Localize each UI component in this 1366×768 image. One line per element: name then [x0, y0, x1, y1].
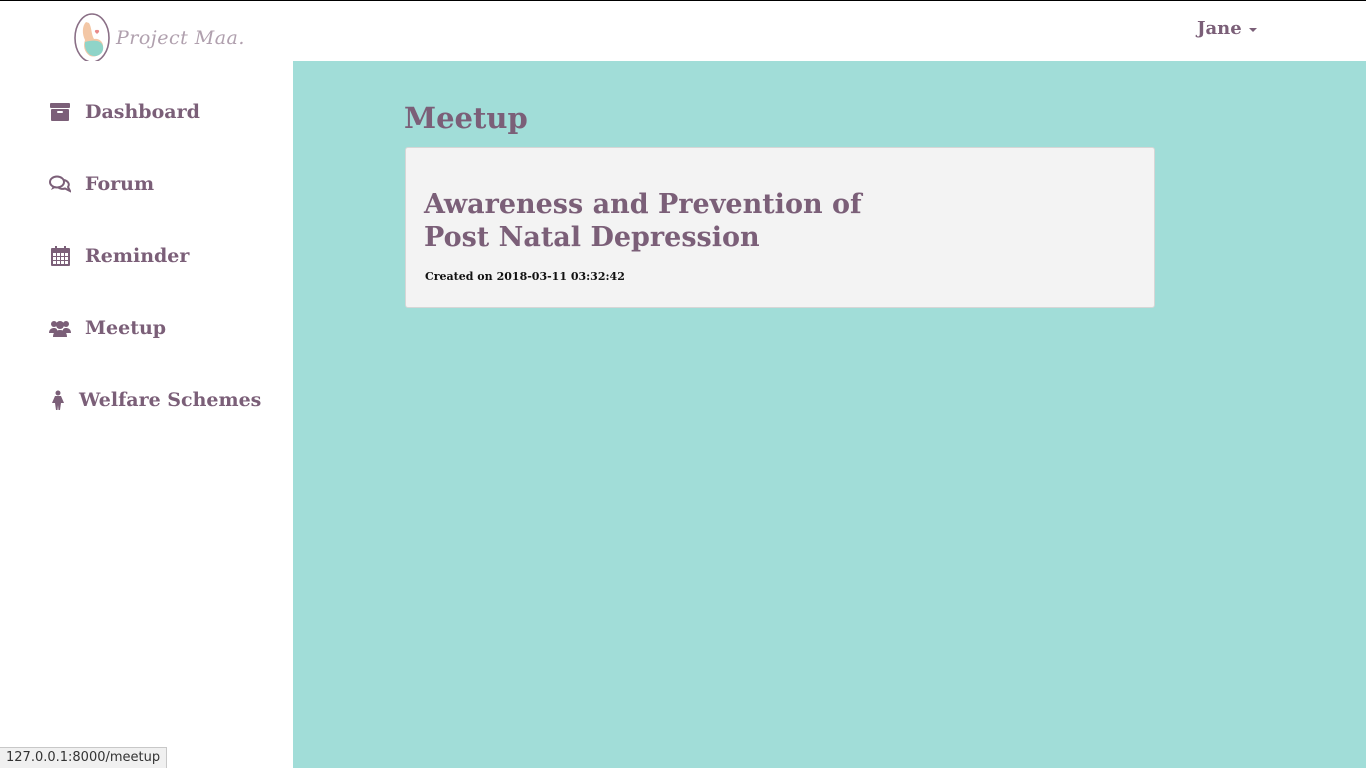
top-navbar: Project Maa. Jane: [0, 1, 1366, 63]
meetup-title[interactable]: Awareness and Prevention of Post Natal D…: [424, 188, 884, 254]
status-bar-url: 127.0.0.1:8000/meetup: [0, 747, 168, 768]
meetup-created-meta: Created on 2018-03-11 03:32:42: [425, 270, 625, 283]
sidebar-item-label: Dashboard: [85, 101, 200, 123]
sidebar-item-label: Meetup: [85, 317, 167, 339]
caret-down-icon: [1248, 27, 1257, 32]
created-label: Created on: [425, 270, 493, 283]
comments-icon: [49, 173, 71, 195]
sidebar-item-label: Welfare Schemes: [79, 389, 262, 411]
archive-icon: [49, 101, 71, 123]
sidebar-item-meetup[interactable]: Meetup: [49, 313, 166, 343]
sidebar-item-reminder[interactable]: Reminder: [49, 241, 189, 271]
brand-name: Project Maa.: [116, 27, 245, 49]
main-content: Meetup Awareness and Prevention of Post …: [293, 61, 1366, 768]
mother-logo-icon: [74, 13, 110, 63]
sidebar-item-forum[interactable]: Forum: [49, 169, 154, 199]
user-name: Jane: [1197, 17, 1242, 39]
sidebar-item-dashboard[interactable]: Dashboard: [49, 97, 200, 127]
sidebar-item-welfare-schemes[interactable]: Welfare Schemes: [47, 385, 261, 415]
page-title: Meetup: [404, 101, 528, 135]
female-icon: [47, 389, 69, 411]
sidebar-item-label: Forum: [85, 173, 155, 195]
calendar-icon: [49, 245, 71, 267]
sidebar-item-label: Reminder: [85, 245, 190, 267]
users-icon: [49, 317, 71, 339]
sidebar: Dashboard Forum Reminder Meetup Welfare …: [0, 61, 293, 768]
brand-logo[interactable]: Project Maa.: [72, 11, 245, 65]
user-dropdown-toggle[interactable]: Jane: [1197, 15, 1257, 41]
created-timestamp: 2018-03-11 03:32:42: [496, 270, 625, 283]
meetup-card[interactable]: Awareness and Prevention of Post Natal D…: [405, 147, 1155, 308]
